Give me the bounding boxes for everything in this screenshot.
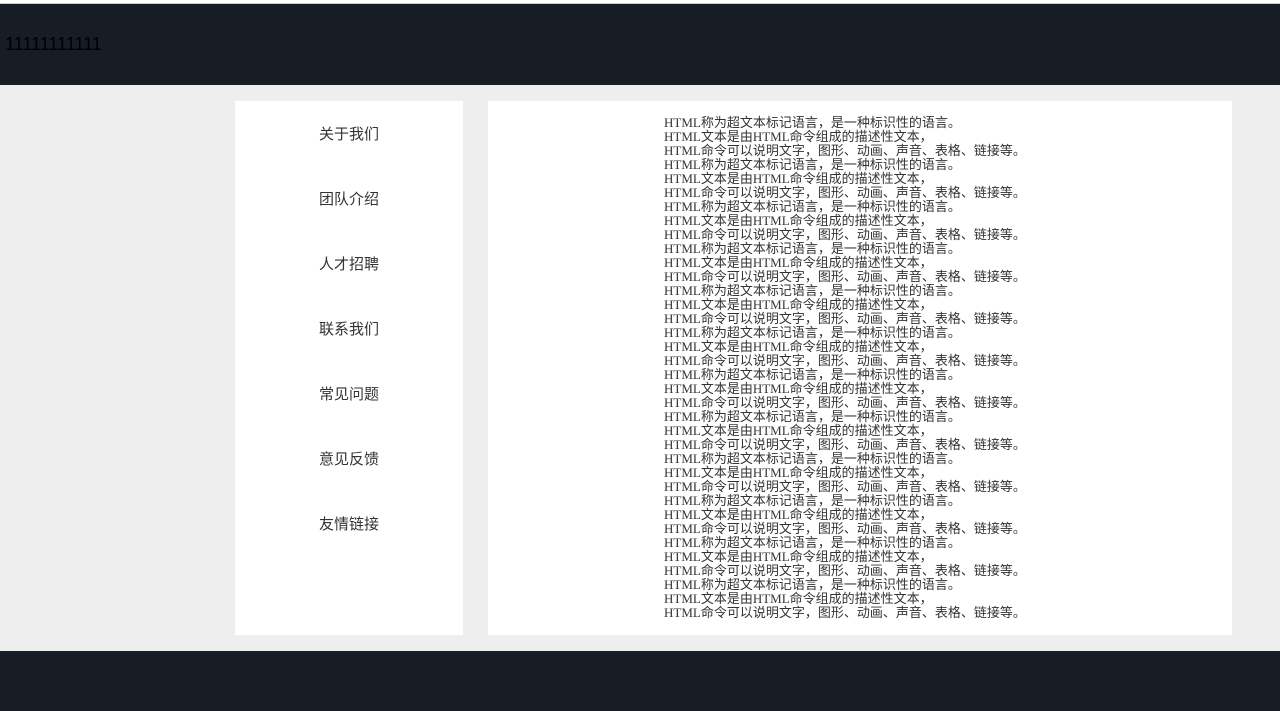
sidebar-item-team[interactable]: 团队介绍 bbox=[235, 166, 463, 231]
content-line: HTML命令可以说明文字，图形、动画、声音、表格、链接等。 bbox=[664, 144, 1212, 158]
sidebar-item-links[interactable]: 友情链接 bbox=[235, 491, 463, 556]
sidebar-item-label: 意见反馈 bbox=[319, 451, 379, 468]
header-text: 11111111111 bbox=[5, 34, 102, 55]
sidebar: 关于我们 团队介绍 人才招聘 联系我们 常见问题 意见反馈 友情链接 bbox=[235, 101, 463, 635]
content-line: HTML文本是由HTML命令组成的描述性文本， bbox=[664, 382, 1212, 396]
content-line: HTML称为超文本标记语言，是一种标识性的语言。 bbox=[664, 242, 1212, 256]
content-line: HTML命令可以说明文字，图形、动画、声音、表格、链接等。 bbox=[664, 396, 1212, 410]
sidebar-item-recruitment[interactable]: 人才招聘 bbox=[235, 231, 463, 296]
content-line: HTML文本是由HTML命令组成的描述性文本， bbox=[664, 214, 1212, 228]
content-line: HTML命令可以说明文字，图形、动画、声音、表格、链接等。 bbox=[664, 186, 1212, 200]
content-line: HTML称为超文本标记语言，是一种标识性的语言。 bbox=[664, 536, 1212, 550]
sidebar-item-faq[interactable]: 常见问题 bbox=[235, 361, 463, 426]
sidebar-item-label: 常见问题 bbox=[319, 386, 379, 403]
main-container: 关于我们 团队介绍 人才招聘 联系我们 常见问题 意见反馈 友情链接 HTML称… bbox=[0, 85, 1280, 651]
content-line: HTML称为超文本标记语言，是一种标识性的语言。 bbox=[664, 200, 1212, 214]
sidebar-item-label: 人才招聘 bbox=[319, 256, 379, 273]
sidebar-item-label: 关于我们 bbox=[319, 126, 379, 143]
content-line: HTML称为超文本标记语言，是一种标识性的语言。 bbox=[664, 578, 1212, 592]
sidebar-item-label: 友情链接 bbox=[319, 516, 379, 533]
content-line: HTML命令可以说明文字，图形、动画、声音、表格、链接等。 bbox=[664, 438, 1212, 452]
content-line: HTML文本是由HTML命令组成的描述性文本， bbox=[664, 592, 1212, 606]
content-line: HTML文本是由HTML命令组成的描述性文本， bbox=[664, 340, 1212, 354]
content-line: HTML称为超文本标记语言，是一种标识性的语言。 bbox=[664, 326, 1212, 340]
main-content: HTML称为超文本标记语言，是一种标识性的语言。HTML文本是由HTML命令组成… bbox=[488, 101, 1232, 635]
content-line: HTML文本是由HTML命令组成的描述性文本， bbox=[664, 298, 1212, 312]
content-line: HTML命令可以说明文字，图形、动画、声音、表格、链接等。 bbox=[664, 312, 1212, 326]
content-line: HTML命令可以说明文字，图形、动画、声音、表格、链接等。 bbox=[664, 522, 1212, 536]
content-line: HTML命令可以说明文字，图形、动画、声音、表格、链接等。 bbox=[664, 606, 1212, 620]
content-line: HTML命令可以说明文字，图形、动画、声音、表格、链接等。 bbox=[664, 354, 1212, 368]
sidebar-item-feedback[interactable]: 意见反馈 bbox=[235, 426, 463, 491]
content-line: HTML称为超文本标记语言，是一种标识性的语言。 bbox=[664, 494, 1212, 508]
content-line: HTML文本是由HTML命令组成的描述性文本， bbox=[664, 466, 1212, 480]
content-line: HTML文本是由HTML命令组成的描述性文本， bbox=[664, 256, 1212, 270]
content-line: HTML称为超文本标记语言，是一种标识性的语言。 bbox=[664, 368, 1212, 382]
sidebar-item-label: 联系我们 bbox=[319, 321, 379, 338]
content-line: HTML命令可以说明文字，图形、动画、声音、表格、链接等。 bbox=[664, 228, 1212, 242]
header: 11111111111 bbox=[0, 4, 1280, 85]
sidebar-item-label: 团队介绍 bbox=[319, 191, 379, 208]
content-line: HTML文本是由HTML命令组成的描述性文本， bbox=[664, 172, 1212, 186]
content-line: HTML称为超文本标记语言，是一种标识性的语言。 bbox=[664, 410, 1212, 424]
sidebar-item-about[interactable]: 关于我们 bbox=[235, 101, 463, 166]
content-line: HTML称为超文本标记语言，是一种标识性的语言。 bbox=[664, 116, 1212, 130]
content-line: HTML称为超文本标记语言，是一种标识性的语言。 bbox=[664, 158, 1212, 172]
content-line: HTML文本是由HTML命令组成的描述性文本， bbox=[664, 508, 1212, 522]
content-line: HTML文本是由HTML命令组成的描述性文本， bbox=[664, 130, 1212, 144]
content-line: HTML命令可以说明文字，图形、动画、声音、表格、链接等。 bbox=[664, 480, 1212, 494]
sidebar-item-contact[interactable]: 联系我们 bbox=[235, 296, 463, 361]
content-line: HTML称为超文本标记语言，是一种标识性的语言。 bbox=[664, 452, 1212, 466]
content-line: HTML文本是由HTML命令组成的描述性文本， bbox=[664, 424, 1212, 438]
content-line: HTML命令可以说明文字，图形、动画、声音、表格、链接等。 bbox=[664, 270, 1212, 284]
content-line: HTML文本是由HTML命令组成的描述性文本， bbox=[664, 550, 1212, 564]
content-line: HTML称为超文本标记语言，是一种标识性的语言。 bbox=[664, 284, 1212, 298]
footer bbox=[0, 651, 1280, 711]
content-line: HTML命令可以说明文字，图形、动画、声音、表格、链接等。 bbox=[664, 564, 1212, 578]
